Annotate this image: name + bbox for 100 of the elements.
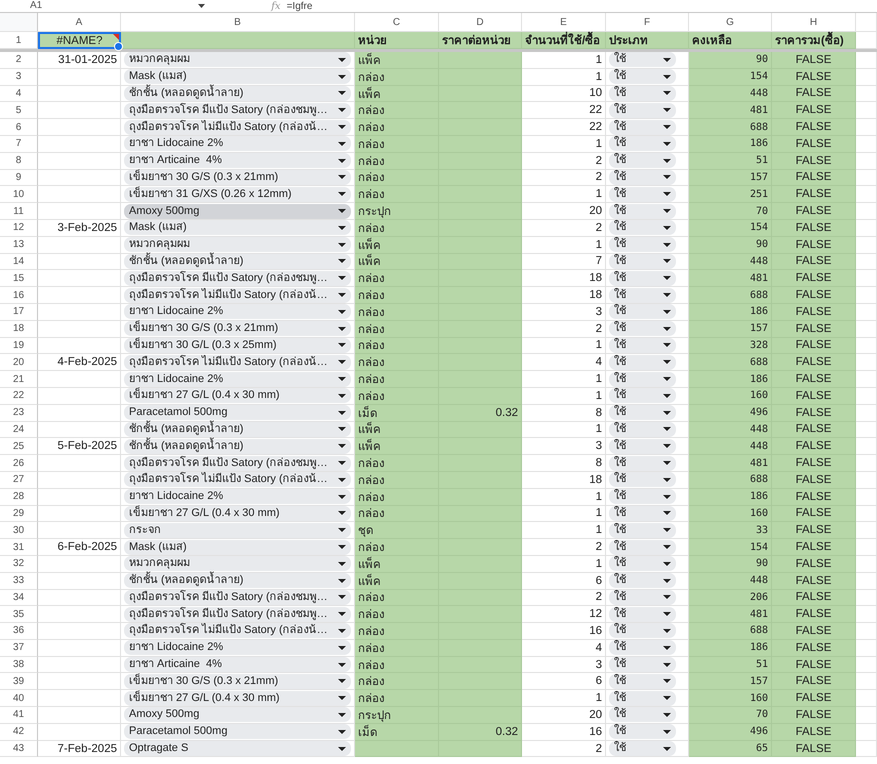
item-dropdown[interactable]: เข็มยาชา 27 G/L (0.4 x 30 mm) (124, 506, 351, 521)
type-dropdown[interactable]: ใช้ (609, 606, 676, 622)
column-header[interactable]: F (606, 13, 689, 32)
item-dropdown[interactable]: ชักชั้น (หลอดดูดน้ำลาย) (124, 86, 351, 101)
row-number[interactable]: 43 (0, 740, 38, 758)
item-dropdown[interactable]: ถุงมือตรวจโรค ไม่มีแป้ง Satory (กล่องน้… (124, 623, 351, 638)
row-number[interactable]: 28 (0, 488, 38, 506)
item-dropdown[interactable]: ยาชา Lidocaine 2% (124, 489, 351, 504)
type-dropdown[interactable]: ใช้ (609, 707, 676, 722)
type-dropdown[interactable]: ใช้ (609, 220, 676, 236)
item-dropdown[interactable]: ยาชา Lidocaine 2% (124, 372, 351, 387)
type-dropdown[interactable]: ใช้ (609, 489, 676, 504)
row-number[interactable]: 42 (0, 724, 38, 741)
item-dropdown[interactable]: Paracetamol 500mg (124, 724, 351, 740)
row-number[interactable]: 17 (0, 304, 38, 321)
row-number[interactable]: 36 (0, 623, 38, 640)
type-dropdown[interactable]: ใช้ (609, 170, 676, 185)
item-dropdown[interactable]: เข็มยาชา 30 G/L (0.3 x 25mm) (124, 338, 351, 353)
row-number[interactable]: 38 (0, 656, 38, 674)
type-dropdown[interactable]: ใช้ (609, 657, 676, 672)
type-dropdown[interactable]: ใช้ (609, 153, 676, 168)
item-dropdown[interactable]: เข็มยาชา 30 G/S (0.3 x 21mm) (124, 674, 351, 689)
fill-handle[interactable] (114, 42, 123, 51)
item-dropdown[interactable]: หมวกคลุมผม (124, 556, 351, 572)
type-dropdown[interactable]: ใช้ (609, 741, 676, 756)
item-dropdown[interactable]: ชักชั้น (หลอดดูดน้ำลาย) (124, 438, 351, 454)
row-number[interactable]: 20 (0, 354, 38, 372)
item-dropdown[interactable]: ถุงมือตรวจโรค ไม่มีแป้ง Satory (กล่องน้… (124, 120, 351, 135)
type-dropdown[interactable]: ใช้ (609, 354, 676, 370)
type-dropdown[interactable]: ใช้ (609, 724, 676, 740)
type-dropdown[interactable]: ใช้ (609, 405, 676, 420)
item-dropdown[interactable]: ถุงมือตรวจโรค มีแป้ง Satory (กล่องชมพู… (124, 456, 351, 471)
row-number[interactable]: 34 (0, 590, 38, 606)
type-dropdown[interactable]: ใช้ (609, 623, 676, 638)
type-dropdown[interactable]: ใช้ (609, 438, 676, 454)
row-number[interactable]: 40 (0, 690, 38, 708)
item-dropdown[interactable]: ยาชา Lidocaine 2% (124, 640, 351, 656)
item-dropdown[interactable]: Amoxy 500mg (124, 707, 351, 722)
type-dropdown[interactable]: ใช้ (609, 321, 676, 336)
formula-field[interactable]: =Igfre (286, 0, 312, 12)
row-number[interactable]: 27 (0, 472, 38, 489)
row-number[interactable]: 33 (0, 572, 38, 590)
type-dropdown[interactable]: ใช้ (609, 674, 676, 689)
row-number[interactable]: 15 (0, 270, 38, 288)
item-dropdown[interactable]: Mask (แมส) (124, 220, 351, 236)
row-number[interactable]: 1 (0, 32, 38, 49)
row-number[interactable]: 5 (0, 102, 38, 120)
row-number[interactable]: 6 (0, 119, 38, 136)
item-dropdown[interactable]: ชักชั้น (หลอดดูดน้ำลาย) (124, 573, 351, 588)
row-number[interactable]: 2 (0, 52, 38, 69)
item-dropdown[interactable]: ถุงมือตรวจโรค มีแป้ง Satory (กล่องชมพู… (124, 606, 351, 622)
row-number[interactable]: 32 (0, 556, 38, 573)
type-dropdown[interactable]: ใช้ (609, 540, 676, 554)
item-dropdown[interactable]: ถุงมือตรวจโรค มีแป้ง Satory (กล่องชมพู… (124, 590, 351, 605)
type-dropdown[interactable]: ใช้ (609, 506, 676, 521)
table-cell[interactable]: #NAME? (38, 32, 121, 49)
type-dropdown[interactable]: ใช้ (609, 690, 676, 706)
item-dropdown[interactable]: Mask (แมส) (124, 69, 351, 84)
item-dropdown[interactable]: เข็มยาชา 27 G/L (0.4 x 30 mm) (124, 388, 351, 404)
row-number[interactable]: 8 (0, 152, 38, 170)
row-number[interactable]: 39 (0, 673, 38, 690)
type-dropdown[interactable]: ใช้ (609, 304, 676, 320)
row-number[interactable]: 35 (0, 606, 38, 624)
item-dropdown[interactable]: หมวกคลุมผม (124, 237, 351, 252)
item-dropdown[interactable]: หมวกคลุมผม (124, 52, 351, 68)
row-number[interactable]: 26 (0, 455, 38, 472)
row-number[interactable]: 19 (0, 338, 38, 354)
item-dropdown[interactable]: ถุงมือตรวจโรค ไม่มีแป้ง Satory (กล่องน้… (124, 354, 351, 370)
row-number[interactable]: 31 (0, 539, 38, 556)
item-dropdown[interactable]: ชักชั้น (หลอดดูดน้ำลาย) (124, 254, 351, 269)
row-number[interactable]: 18 (0, 320, 38, 338)
item-dropdown[interactable]: เข็มยาชา 27 G/L (0.4 x 30 mm) (124, 690, 351, 706)
type-dropdown[interactable]: ใช้ (609, 136, 676, 152)
item-dropdown[interactable]: ถุงมือตรวจโรค ไม่มีแป้ง Satory (กล่องน้… (124, 288, 351, 303)
item-dropdown[interactable]: Optragate S (124, 741, 351, 756)
item-dropdown[interactable]: เข็มยาชา 31 G/XS (0.26 x 12mm) (124, 186, 351, 202)
item-dropdown[interactable]: ยาชา Lidocaine 2% (124, 136, 351, 152)
item-dropdown[interactable]: Amoxy 500mg (124, 204, 351, 219)
row-number[interactable]: 12 (0, 220, 38, 237)
row-number[interactable]: 23 (0, 404, 38, 422)
row-number[interactable]: 24 (0, 422, 38, 438)
item-dropdown[interactable]: ถุงมือตรวจโรค ไม่มีแป้ง Satory (กล่องน้… (124, 472, 351, 488)
type-dropdown[interactable]: ใช้ (609, 288, 676, 303)
column-header[interactable]: D (439, 13, 522, 32)
row-number[interactable]: 16 (0, 287, 38, 304)
type-dropdown[interactable]: ใช้ (609, 388, 676, 404)
type-dropdown[interactable]: ใช้ (609, 254, 676, 269)
item-dropdown[interactable]: ถุงมือตรวจโรค มีแป้ง Satory (กล่องชมพู… (124, 270, 351, 286)
row-number[interactable]: 13 (0, 236, 38, 254)
column-header[interactable]: B (121, 13, 355, 32)
type-dropdown[interactable]: ใช้ (609, 52, 676, 68)
row-number[interactable]: 37 (0, 640, 38, 657)
item-dropdown[interactable]: ชักชั้น (หลอดดูดน้ำลาย) (124, 422, 351, 437)
type-dropdown[interactable]: ใช้ (609, 372, 676, 387)
column-header[interactable]: H (772, 13, 856, 32)
item-dropdown[interactable]: ยาชา Lidocaine 2% (124, 304, 351, 320)
item-dropdown[interactable]: Mask (แมส) (124, 540, 351, 554)
row-number[interactable]: 25 (0, 438, 38, 456)
row-number[interactable]: 22 (0, 388, 38, 405)
type-dropdown[interactable]: ใช้ (609, 86, 676, 101)
